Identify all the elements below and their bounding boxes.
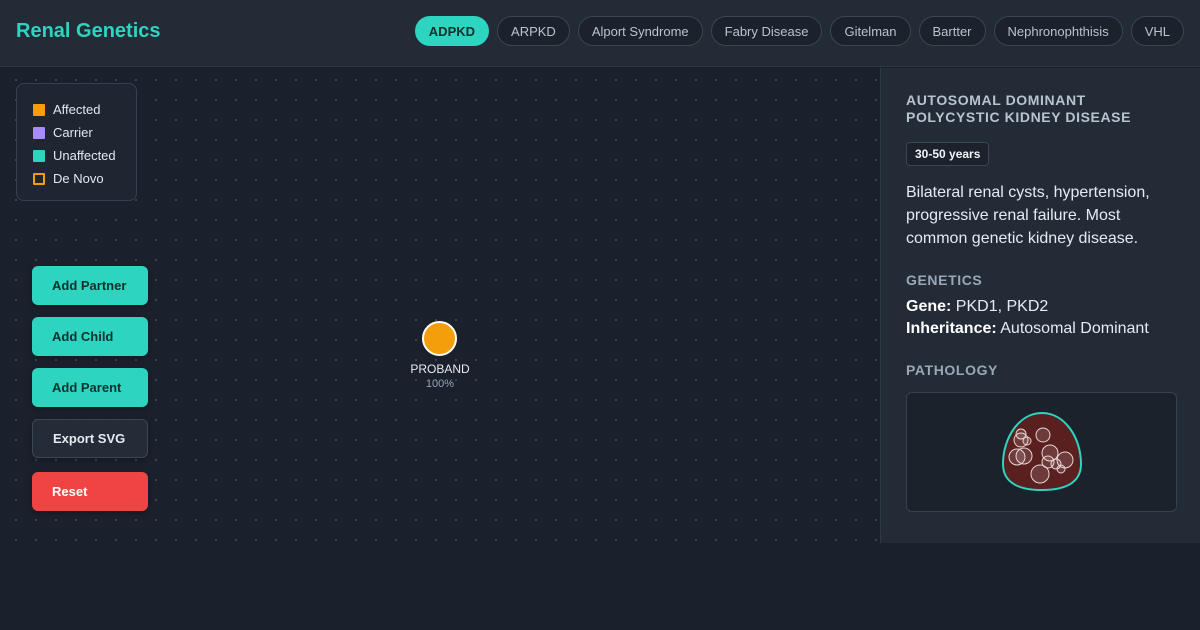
add-parent-button[interactable]: Add Parent (32, 368, 148, 407)
genetics-heading: GENETICS (906, 272, 983, 288)
inheritance-row: Inheritance: Autosomal Dominant (906, 318, 1176, 340)
legend-label: De Novo (53, 171, 104, 186)
legend-label: Carrier (53, 125, 93, 140)
disease-tabs: ADPKD ARPKD Alport Syndrome Fabry Diseas… (414, 16, 1184, 46)
carrier-swatch-icon (33, 126, 45, 139)
tab-fabry-disease[interactable]: Fabry Disease (710, 16, 823, 46)
disease-description: Bilateral renal cysts, hypertension, pro… (906, 184, 1150, 247)
export-svg-button[interactable]: Export SVG (32, 419, 148, 458)
inheritance-value: Autosomal Dominant (1000, 320, 1149, 337)
tab-arpkd[interactable]: ARPKD (497, 16, 570, 46)
gene-value: PKD1, PKD2 (955, 298, 1049, 315)
proband-node[interactable] (422, 321, 457, 356)
add-partner-button[interactable]: Add Partner (32, 266, 148, 305)
legend-item-affected: Affected (33, 98, 136, 121)
gene-label: Gene: (906, 298, 952, 315)
polycystic-kidney-icon (1001, 411, 1082, 492)
inheritance-label: Inheritance: (906, 320, 997, 337)
legend-item-unaffected: Unaffected (33, 144, 136, 167)
disease-info-panel: Autosomal Dominant Polycystic Kidney Dis… (880, 68, 1200, 543)
legend-label: Affected (53, 102, 101, 117)
tab-nephronophthisis[interactable]: Nephronophthisis (993, 16, 1123, 46)
proband-probability: 100% (425, 378, 455, 390)
tab-alport-syndrome[interactable]: Alport Syndrome (577, 16, 703, 46)
genetics-details: Gene: PKD1, PKD2 Inheritance: Autosomal … (906, 296, 1176, 340)
app-title: Renal Genetics (16, 20, 161, 42)
pathology-heading: PATHOLOGY (906, 362, 998, 378)
proband-label: PROBAND (410, 362, 470, 376)
tab-adpkd[interactable]: ADPKD (414, 16, 490, 46)
legend-label: Unaffected (53, 148, 116, 163)
onset-badge: 30-50 years (906, 142, 990, 166)
legend: Affected Carrier Unaffected De Novo (16, 83, 137, 201)
legend-item-de-novo: De Novo (33, 167, 136, 190)
app-header: Renal Genetics ADPKD ARPKD Alport Syndro… (0, 0, 1200, 67)
legend-item-carrier: Carrier (33, 121, 136, 144)
canvas-footer-area (0, 543, 880, 630)
tab-bartter[interactable]: Bartter (918, 16, 986, 46)
unaffected-swatch-icon (33, 149, 45, 162)
disease-title: Autosomal Dominant Polycystic Kidney Dis… (906, 92, 1132, 125)
pathology-image-box (906, 392, 1177, 512)
reset-button[interactable]: Reset (32, 472, 148, 511)
de-novo-swatch-icon (33, 172, 45, 185)
tab-vhl[interactable]: VHL (1130, 16, 1184, 46)
add-child-button[interactable]: Add Child (32, 317, 148, 356)
tab-gitelman[interactable]: Gitelman (830, 16, 911, 46)
gene-row: Gene: PKD1, PKD2 (906, 296, 1176, 318)
affected-swatch-icon (33, 103, 45, 116)
